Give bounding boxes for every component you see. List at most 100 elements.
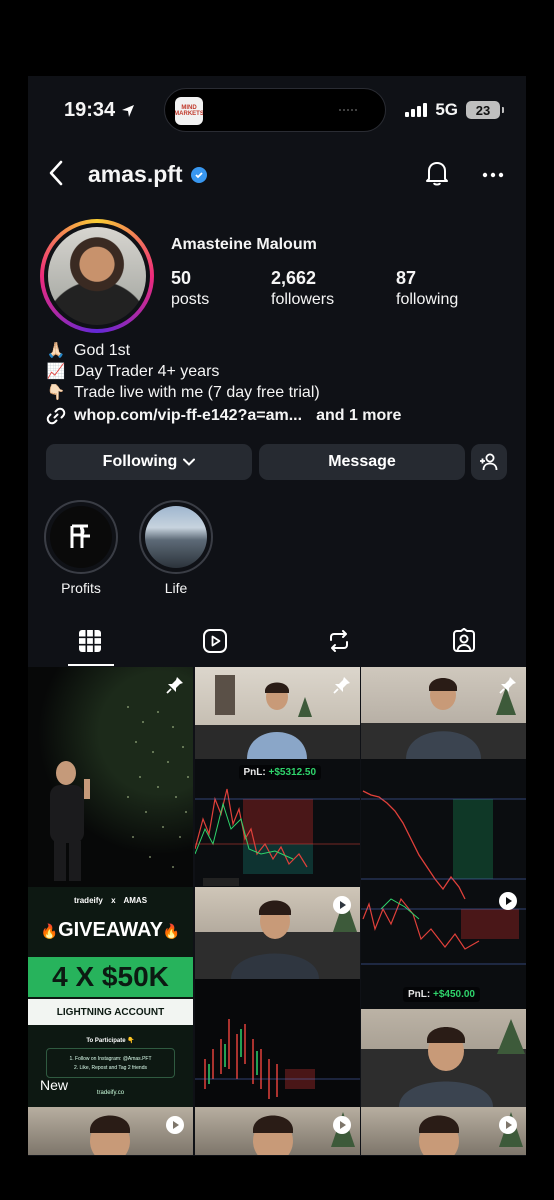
tab-reels[interactable]	[153, 616, 278, 666]
bio-text: God 1st	[74, 342, 131, 359]
network-type: 5G	[435, 100, 458, 119]
stat-followers[interactable]: 2,662 followers	[271, 268, 396, 309]
giveaway-times: x	[111, 896, 116, 905]
giveaway-participate: To Participate 👇	[86, 1038, 135, 1044]
giveaway-step: 2. Like, Repost and Tag 2 friends	[73, 1065, 147, 1071]
status-indicators: 5G 23	[405, 100, 504, 120]
posts-grid: PnL: +$5312.50 tradeify x AMAS 🔥GIVEAWAY…	[28, 667, 526, 1155]
giveaway-account: LIGHTNING ACCOUNT	[28, 999, 193, 1025]
following-button-label: Following	[102, 453, 178, 470]
tab-posts[interactable]	[28, 616, 153, 666]
bio-emoji: 👇🏻	[46, 384, 66, 401]
signal-icon	[405, 103, 428, 117]
pf-logo-icon	[70, 524, 90, 548]
post-tile[interactable]	[194, 887, 360, 979]
bio-line: 🙏🏻 God 1st	[46, 340, 320, 361]
profile-tabs	[28, 616, 526, 666]
message-button[interactable]: Message	[259, 444, 465, 480]
location-arrow-icon	[122, 104, 135, 117]
link-icon	[46, 407, 66, 425]
profile-header: amas.pft	[28, 156, 526, 192]
reels-icon	[202, 629, 227, 653]
link-more[interactable]: and 1 more	[316, 407, 401, 425]
post-tile[interactable]: tradeify x AMAS 🔥GIVEAWAY🔥 4 X $50K LIGH…	[28, 887, 193, 1107]
verified-badge-icon	[190, 166, 207, 183]
post-tile[interactable]	[361, 667, 526, 759]
username-text: amas.pft	[88, 161, 183, 187]
stat-posts[interactable]: 50 posts	[171, 268, 271, 309]
display-name: Amasteine Maloum	[171, 236, 317, 253]
post-tile[interactable]: PnL: +$5312.50	[194, 759, 360, 887]
giveaway-brands: tradeify x AMAS	[28, 896, 193, 905]
stat-following[interactable]: 87 following	[396, 268, 458, 309]
more-horizontal-icon[interactable]	[482, 162, 504, 180]
add-person-button[interactable]	[471, 444, 507, 480]
post-tile[interactable]: PnL: +$450.00	[361, 979, 526, 1107]
stat-following-label: following	[396, 291, 459, 308]
highlight-cover	[145, 506, 207, 568]
following-button[interactable]: Following	[46, 444, 252, 480]
chevron-left-icon[interactable]	[48, 160, 64, 191]
reel-icon	[332, 1116, 351, 1134]
reel-icon	[332, 896, 351, 914]
highlight-label: Profits	[61, 580, 101, 596]
link-url[interactable]: whop.com/vip-ff-e142?a=am...	[74, 407, 302, 425]
bio-emoji: 🙏🏻	[46, 342, 66, 359]
fire-icon: 🔥	[162, 923, 181, 939]
chevron-down-icon	[183, 458, 196, 466]
highlight-cover	[50, 506, 112, 568]
post-image	[194, 1019, 360, 1099]
stat-followers-label: followers	[271, 291, 335, 308]
post-tile[interactable]	[194, 1107, 360, 1155]
giveaway-amount: 4 X $50K	[28, 957, 193, 997]
battery-icon: 23	[466, 101, 504, 119]
highlight-ring	[139, 500, 213, 574]
avatar	[48, 227, 146, 325]
highlight-label: Life	[164, 580, 188, 596]
profile-stats: 50 posts 2,662 followers 87 following	[171, 268, 458, 309]
post-tile[interactable]	[361, 759, 526, 979]
post-tile[interactable]	[28, 1107, 193, 1155]
highlight-profits[interactable]: Profits	[43, 500, 119, 596]
bell-icon[interactable]	[424, 159, 450, 192]
bio-link[interactable]: whop.com/vip-ff-e142?a=am... and 1 more	[46, 406, 401, 426]
post-tile[interactable]	[194, 979, 360, 1107]
post-tile[interactable]	[361, 1107, 526, 1155]
giveaway-step: 1. Follow on Instagram: @Amas.PFT	[69, 1056, 152, 1062]
reel-icon	[499, 892, 517, 910]
giveaway-brand: tradeify	[73, 896, 103, 905]
pin-icon	[166, 677, 183, 694]
bio-line: 👇🏻 Trade live with me (7 day free trial)	[46, 382, 320, 403]
tagged-icon	[452, 628, 475, 652]
reel-icon	[166, 1116, 184, 1134]
status-bar: 19:34 MIND MARKETS 5G 23	[28, 76, 526, 142]
bio-text: Trade live with me (7 day free trial)	[74, 384, 320, 401]
add-person-icon	[480, 453, 498, 471]
avatar-story-ring[interactable]	[40, 219, 154, 333]
post-image	[361, 790, 526, 965]
reposts-icon	[330, 630, 349, 652]
highlight-ring	[44, 500, 118, 574]
highlight-life[interactable]: Life	[138, 500, 214, 596]
pnl-label: PnL: +$450.00	[403, 987, 480, 1002]
tab-reposts[interactable]	[277, 616, 402, 666]
post-tile[interactable]	[28, 667, 193, 887]
stat-followers-count: 2,662	[271, 268, 317, 288]
clock: 19:34	[64, 99, 116, 121]
giveaway-title: 🔥GIVEAWAY🔥	[28, 919, 193, 942]
camera-dots	[339, 109, 361, 113]
battery-level: 23	[475, 102, 491, 118]
giveaway-headline: GIVEAWAY	[58, 919, 163, 941]
stat-posts-label: posts	[171, 291, 210, 308]
message-button-label: Message	[328, 453, 396, 470]
giveaway-card: tradeify x AMAS 🔥GIVEAWAY🔥 4 X $50K LIGH…	[28, 887, 193, 1107]
fire-icon: 🔥	[40, 923, 59, 939]
pin-icon	[499, 677, 516, 694]
dynamic-island[interactable]: MIND MARKETS	[164, 88, 386, 132]
tab-tagged[interactable]	[402, 616, 527, 666]
new-badge: New	[40, 1077, 69, 1093]
reel-icon	[499, 1116, 517, 1134]
bio-emoji: 📈	[46, 363, 66, 380]
post-tile[interactable]	[194, 667, 360, 759]
grid-icon	[79, 630, 102, 652]
